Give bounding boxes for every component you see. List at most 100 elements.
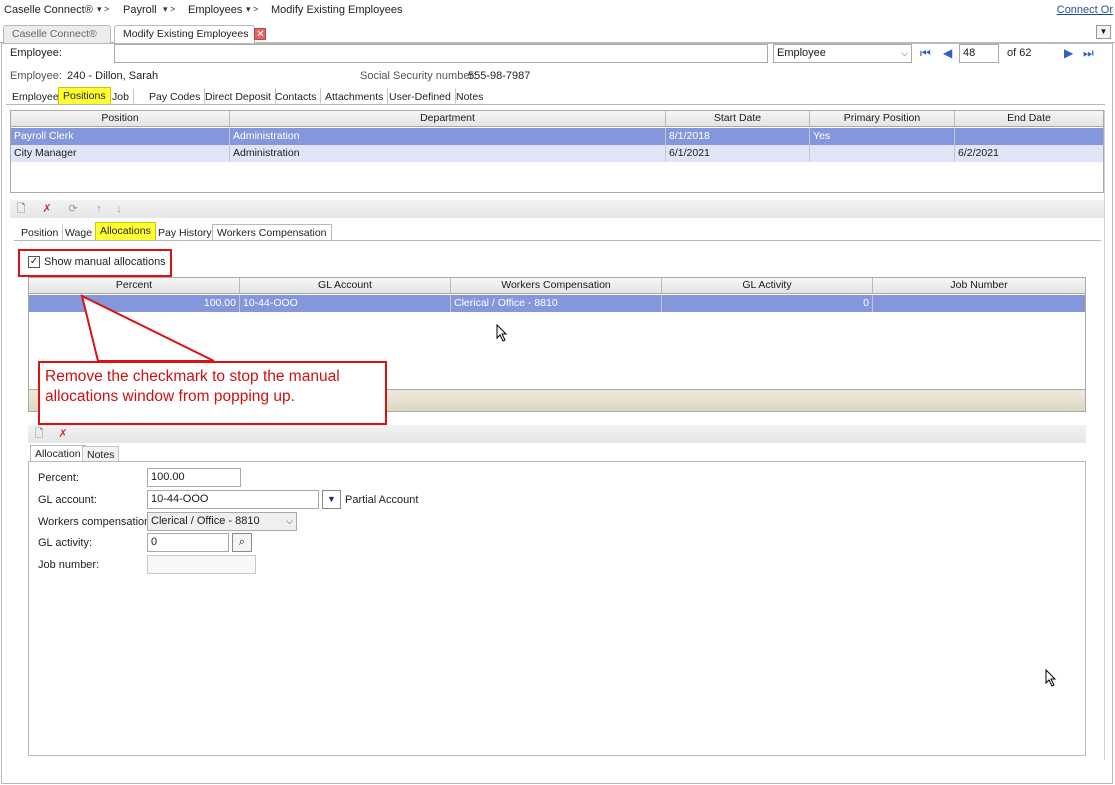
record-number-input[interactable]: 48 (959, 44, 999, 63)
checkmark-icon[interactable]: ✓ (28, 256, 40, 268)
table-cell: 100.00 (29, 295, 240, 312)
breadcrumb-employees[interactable]: Employees (188, 4, 242, 16)
positions-toolbar: 🗋 ✗ ⟳ ↑ ↓ (10, 200, 1104, 218)
table-cell: Administration (230, 128, 666, 145)
employee-lookup-select[interactable]: Employee ⌵ (773, 44, 912, 63)
tab-pay-history[interactable]: Pay History (153, 224, 217, 240)
tab-workers-compensation[interactable]: Workers Compensation (212, 224, 332, 240)
table-cell: Yes (810, 128, 955, 145)
table-row[interactable]: City Manager Administration 6/1/2021 6/2… (11, 145, 1103, 162)
tab-direct-deposit[interactable]: Direct Deposit (200, 88, 276, 104)
table-cell (955, 128, 1103, 145)
table-cell (873, 295, 1085, 312)
column-header[interactable]: Workers Compensation (451, 278, 662, 294)
tab-wage[interactable]: Wage (60, 224, 98, 240)
column-header[interactable]: GL Activity (662, 278, 873, 294)
binoculars-icon[interactable]: ⌕ (232, 533, 252, 552)
connect-link[interactable]: Connect Or (1057, 4, 1113, 16)
job-number-label: Job number: (38, 559, 100, 571)
add-record-icon[interactable]: 🗋 (14, 202, 28, 216)
tab-notes[interactable]: Notes (451, 88, 488, 104)
breadcrumb-payroll[interactable]: Payroll (123, 4, 157, 16)
gl-activity-input[interactable]: 0 (147, 533, 229, 552)
mouse-cursor-icon (1045, 669, 1057, 687)
percent-label: Percent: (38, 472, 79, 484)
employee-lookup-input[interactable] (114, 44, 768, 63)
tab-employee[interactable]: Employee (7, 88, 64, 104)
doc-tab-home[interactable]: Caselle Connect® (3, 25, 111, 43)
column-header[interactable]: End Date (955, 111, 1103, 127)
gl-account-dropdown-icon[interactable]: ▼ (322, 490, 341, 509)
delete-record-icon[interactable]: ✗ (56, 427, 70, 441)
workers-comp-value: Clerical / Office - 8810 (151, 515, 260, 527)
next-record-icon[interactable]: ▶ (1064, 46, 1073, 60)
table-cell (810, 145, 955, 162)
allocations-toolbar: 🗋 ✗ (28, 425, 1086, 443)
chevron-down-icon: ⌵ (901, 48, 908, 58)
tab-list-dropdown-icon[interactable]: ▼ (1096, 25, 1111, 39)
move-down-icon[interactable]: ↓ (112, 202, 126, 216)
last-record-icon[interactable]: ⏭ (1083, 46, 1094, 61)
document-tabs: Caselle Connect® Modify Existing Employe… (0, 22, 1115, 43)
ssn-label: Social Security number: (360, 70, 477, 82)
doc-tab-modify-employees[interactable]: Modify Existing Employees ✕ (114, 25, 267, 43)
show-manual-allocations-label: Show manual allocations (44, 256, 166, 268)
allocations-grid-header: Percent GL Account Workers Compensation … (29, 278, 1085, 294)
employee-info-value: 240 - Dillon, Sarah (67, 70, 159, 82)
gl-activity-label: GL activity: (38, 537, 92, 549)
breadcrumb-app[interactable]: Caselle Connect® (4, 4, 93, 16)
move-up-icon[interactable]: ↑ (92, 202, 106, 216)
mouse-cursor-icon (496, 324, 508, 342)
first-record-icon[interactable]: ⏮ (920, 46, 931, 61)
breadcrumb-current: Modify Existing Employees (271, 4, 403, 16)
chevron-down-icon[interactable]: ▾ > (163, 4, 175, 15)
tab-allocation-notes[interactable]: Notes (82, 446, 120, 462)
delete-record-icon[interactable]: ✗ (40, 202, 54, 216)
tab-divider (14, 240, 1101, 241)
tab-divider (6, 104, 1105, 105)
tab-allocations[interactable]: Allocations (95, 222, 156, 241)
job-number-input[interactable] (147, 555, 256, 574)
column-header[interactable]: GL Account (240, 278, 451, 294)
table-cell: 10-44-OOO (240, 295, 451, 312)
table-cell: City Manager (11, 145, 230, 162)
tab-positions[interactable]: Positions (58, 87, 111, 105)
workers-comp-label: Workers compensation: (38, 516, 154, 528)
table-row[interactable]: 100.00 10-44-OOO Clerical / Office - 881… (29, 295, 1085, 312)
close-icon[interactable]: ✕ (254, 28, 267, 41)
breadcrumb: Caselle Connect® ▾ > Payroll ▾ > Employe… (0, 0, 1115, 22)
record-total: of 62 (1007, 47, 1032, 59)
table-cell: Clerical / Office - 8810 (451, 295, 662, 312)
tab-user-defined[interactable]: User-Defined (384, 88, 456, 104)
positions-grid-header: Position Department Start Date Primary P… (11, 111, 1103, 127)
table-cell: 6/2/2021 (958, 147, 999, 159)
column-header[interactable]: Percent (29, 278, 240, 294)
ssn-value: 555-98-7987 (468, 70, 531, 82)
gl-account-input[interactable]: 10-44-OOO (147, 490, 319, 509)
percent-input[interactable]: 100.00 (147, 468, 241, 487)
tab-contacts[interactable]: Contacts (270, 88, 322, 104)
vertical-scrollbar[interactable] (1104, 110, 1112, 760)
column-header[interactable]: Department (230, 111, 666, 127)
workers-comp-select[interactable]: Clerical / Office - 8810 ⌵ (147, 512, 297, 531)
table-cell: Administration (230, 145, 666, 162)
column-header[interactable]: Primary Position (810, 111, 955, 127)
tab-attachments[interactable]: Attachments (320, 88, 389, 104)
table-cell: 6/1/2021 (666, 145, 810, 162)
partial-account-label: Partial Account (345, 494, 419, 506)
column-header[interactable]: Start Date (666, 111, 810, 127)
refresh-icon[interactable]: ⟳ (66, 202, 80, 216)
tab-position[interactable]: Position (16, 224, 64, 240)
table-cell: 0 (662, 295, 873, 312)
add-record-icon[interactable]: 🗋 (32, 427, 46, 441)
previous-record-icon[interactable]: ◀ (943, 46, 952, 60)
chevron-down-icon[interactable]: ▾ > (97, 4, 109, 15)
column-header[interactable]: Job Number (873, 278, 1085, 294)
tab-job[interactable]: Job (107, 88, 134, 104)
tab-allocation[interactable]: Allocation (30, 445, 86, 462)
chevron-down-icon[interactable]: ▾ > (246, 4, 258, 15)
table-row[interactable]: Payroll Clerk Administration 8/1/2018 Ye… (11, 128, 1103, 145)
annotation-callout: Remove the checkmark to stop the manual … (38, 361, 387, 425)
column-header[interactable]: Position (11, 111, 230, 127)
tab-pay-codes[interactable]: Pay Codes (144, 88, 206, 104)
